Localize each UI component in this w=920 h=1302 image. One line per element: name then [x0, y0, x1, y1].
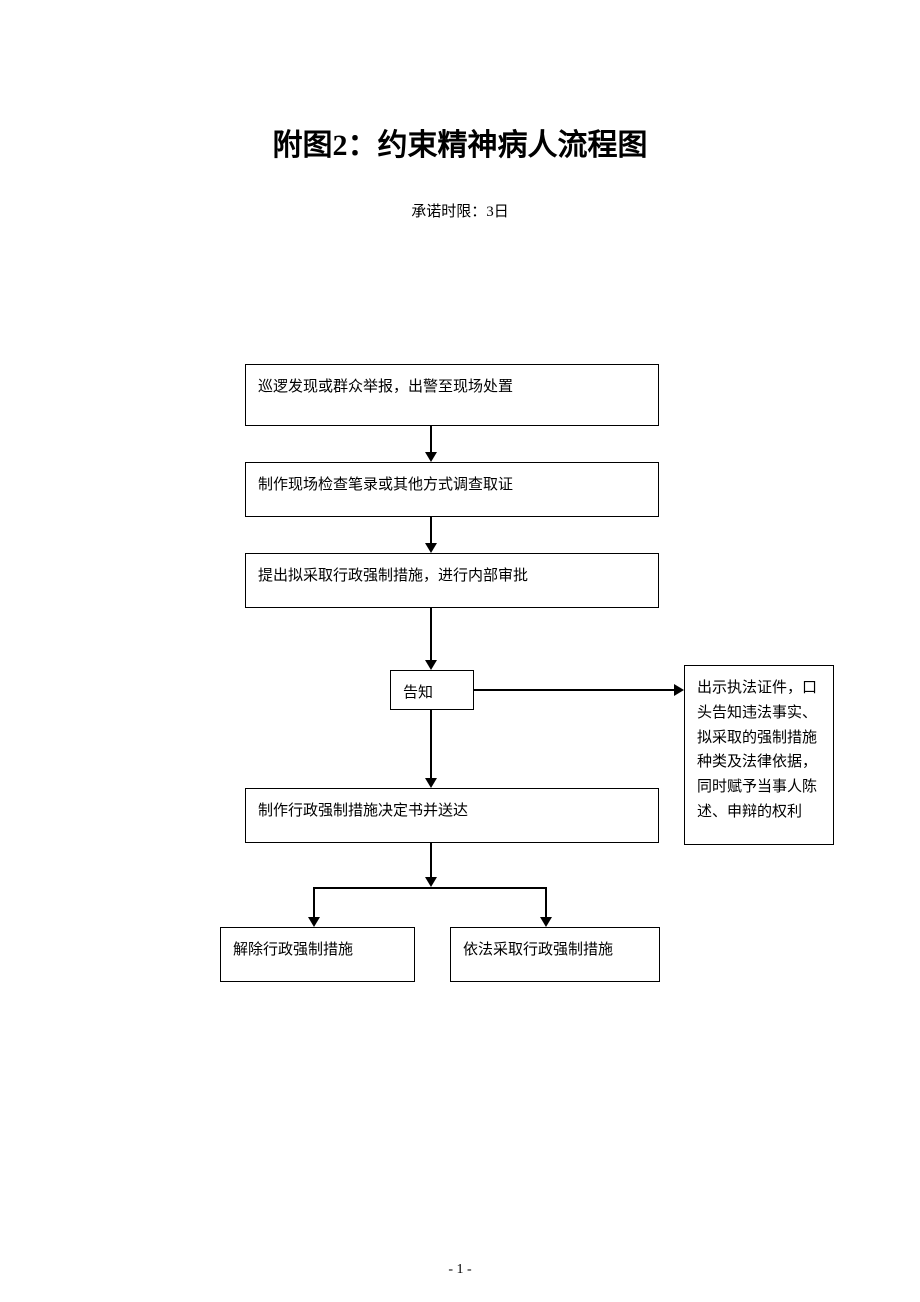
flow-box-patrol: 巡逻发现或群众举报，出警至现场处置 [245, 364, 659, 426]
arrow-connector [430, 517, 432, 545]
flow-box-label: 制作现场检查笔录或其他方式调查取证 [258, 477, 513, 493]
arrow-head-icon [308, 917, 320, 927]
flow-box-record: 制作现场检查笔录或其他方式调查取证 [245, 462, 659, 517]
flow-box-label: 巡逻发现或群众举报，出警至现场处置 [258, 379, 513, 395]
arrow-head-icon [425, 452, 437, 462]
flow-box-label: 依法采取行政强制措施 [463, 942, 613, 958]
arrow-head-icon [425, 778, 437, 788]
arrow-connector [430, 843, 432, 879]
flow-box-enforce: 依法采取行政强制措施 [450, 927, 660, 982]
flow-box-side-detail: 出示执法证件，口头告知违法事实、拟采取的强制措施种类及法律依据，同时赋予当事人陈… [684, 665, 834, 845]
flow-box-label: 告知 [403, 685, 433, 701]
diagram-subtitle: 承诺时限：3日 [0, 200, 920, 221]
arrow-head-icon [540, 917, 552, 927]
arrow-connector [430, 608, 432, 662]
arrow-connector [430, 426, 432, 454]
flow-box-label: 提出拟采取行政强制措施，进行内部审批 [258, 568, 528, 584]
flow-box-label: 制作行政强制措施决定书并送达 [258, 803, 468, 819]
diagram-title: 附图2：约束精神病人流程图 [0, 120, 920, 164]
arrow-head-icon [425, 543, 437, 553]
arrow-head-icon [425, 660, 437, 670]
arrow-head-icon [425, 877, 437, 887]
arrow-connector [474, 689, 676, 691]
arrow-head-icon [674, 684, 684, 696]
arrow-connector [545, 887, 547, 919]
flow-box-notify: 告知 [390, 670, 474, 710]
flow-box-approval: 提出拟采取行政强制措施，进行内部审批 [245, 553, 659, 608]
arrow-connector [313, 887, 547, 889]
arrow-connector [430, 710, 432, 780]
arrow-connector [313, 887, 315, 919]
page-number: - 1 - [0, 1262, 920, 1278]
flow-box-decision: 制作行政强制措施决定书并送达 [245, 788, 659, 843]
flow-box-label: 出示执法证件，口头告知违法事实、拟采取的强制措施种类及法律依据，同时赋予当事人陈… [697, 680, 817, 820]
flow-box-label: 解除行政强制措施 [233, 942, 353, 958]
flow-box-release: 解除行政强制措施 [220, 927, 415, 982]
